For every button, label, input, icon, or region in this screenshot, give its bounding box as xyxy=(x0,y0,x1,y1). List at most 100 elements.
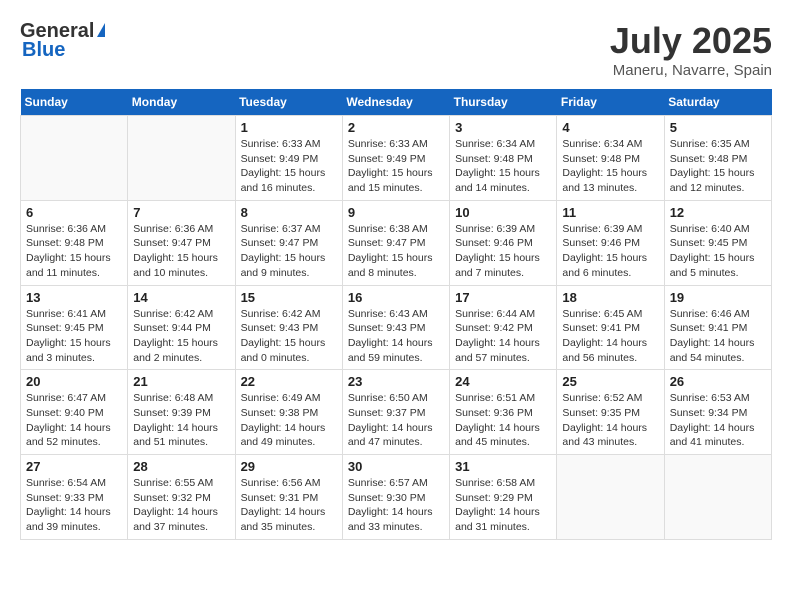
day-number: 3 xyxy=(455,120,551,135)
day-detail: Sunrise: 6:43 AM Sunset: 9:43 PM Dayligh… xyxy=(348,307,444,366)
week-row-4: 20Sunrise: 6:47 AM Sunset: 9:40 PM Dayli… xyxy=(21,370,772,455)
calendar-cell: 2Sunrise: 6:33 AM Sunset: 9:49 PM Daylig… xyxy=(342,116,449,201)
day-number: 8 xyxy=(241,205,337,220)
day-number: 22 xyxy=(241,374,337,389)
calendar-cell: 15Sunrise: 6:42 AM Sunset: 9:43 PM Dayli… xyxy=(235,285,342,370)
calendar-cell: 12 Sunrise: 6:40 AM Sunset: 9:45 PM Dayli… xyxy=(664,200,771,285)
title-block: July 2025 Maneru, Navarre, Spain xyxy=(610,20,772,79)
calendar-cell xyxy=(557,455,664,540)
header-day-tuesday: Tuesday xyxy=(235,89,342,116)
day-detail: Sunrise: 6:44 AM Sunset: 9:42 PM Dayligh… xyxy=(455,307,551,366)
calendar-cell: 5Sunrise: 6:35 AM Sunset: 9:48 PM Daylig… xyxy=(664,116,771,201)
calendar-cell: 6 Sunrise: 6:36 AM Sunset: 9:48 PM Daylig… xyxy=(21,200,128,285)
calendar-cell: 21 Sunrise: 6:48 AM Sunset: 9:39 PM Dayli… xyxy=(128,370,235,455)
day-detail: Sunrise: 6:33 AM Sunset: 9:49 PM Dayligh… xyxy=(348,137,444,196)
day-number: 11 xyxy=(562,205,658,220)
calendar-cell: 30Sunrise: 6:57 AM Sunset: 9:30 PM Dayli… xyxy=(342,455,449,540)
calendar-cell: 25 Sunrise: 6:52 AM Sunset: 9:35 PM Dayli… xyxy=(557,370,664,455)
day-number: 29 xyxy=(241,459,337,474)
day-detail: Sunrise: 6:34 AM Sunset: 9:48 PM Dayligh… xyxy=(455,137,551,196)
day-number: 31 xyxy=(455,459,551,474)
calendar-header-row: SundayMondayTuesdayWednesdayThursdayFrid… xyxy=(21,89,772,116)
day-detail: Sunrise: 6:39 AM Sunset: 9:46 PM Dayligh… xyxy=(562,222,658,281)
location-subtitle: Maneru, Navarre, Spain xyxy=(610,62,772,79)
day-number: 15 xyxy=(241,290,337,305)
day-number: 1 xyxy=(241,120,337,135)
logo-triangle-icon xyxy=(97,23,105,37)
day-detail: Sunrise: 6:36 AM Sunset: 9:48 PM Dayligh… xyxy=(26,222,122,281)
day-detail: Sunrise: 6:53 AM Sunset: 9:34 PM Dayligh… xyxy=(670,391,766,450)
calendar-cell: 31 Sunrise: 6:58 AM Sunset: 9:29 PM Dayli… xyxy=(450,455,557,540)
day-detail: Sunrise: 6:46 AM Sunset: 9:41 PM Dayligh… xyxy=(670,307,766,366)
calendar-cell: 4 Sunrise: 6:34 AM Sunset: 9:48 PM Daylig… xyxy=(557,116,664,201)
calendar-cell xyxy=(128,116,235,201)
calendar-cell: 3 Sunrise: 6:34 AM Sunset: 9:48 PM Daylig… xyxy=(450,116,557,201)
calendar-cell: 20Sunrise: 6:47 AM Sunset: 9:40 PM Dayli… xyxy=(21,370,128,455)
calendar-cell: 28Sunrise: 6:55 AM Sunset: 9:32 PM Dayli… xyxy=(128,455,235,540)
day-detail: Sunrise: 6:55 AM Sunset: 9:32 PM Dayligh… xyxy=(133,476,229,535)
calendar-cell xyxy=(664,455,771,540)
header-day-thursday: Thursday xyxy=(450,89,557,116)
calendar-cell: 29 Sunrise: 6:56 AM Sunset: 9:31 PM Dayli… xyxy=(235,455,342,540)
day-number: 4 xyxy=(562,120,658,135)
calendar-table: SundayMondayTuesdayWednesdayThursdayFrid… xyxy=(20,89,772,540)
day-detail: Sunrise: 6:33 AM Sunset: 9:49 PM Dayligh… xyxy=(241,137,337,196)
day-number: 18 xyxy=(562,290,658,305)
day-detail: Sunrise: 6:47 AM Sunset: 9:40 PM Dayligh… xyxy=(26,391,122,450)
day-number: 19 xyxy=(670,290,766,305)
day-number: 26 xyxy=(670,374,766,389)
day-number: 12 xyxy=(670,205,766,220)
day-number: 24 xyxy=(455,374,551,389)
day-detail: Sunrise: 6:57 AM Sunset: 9:30 PM Dayligh… xyxy=(348,476,444,535)
day-detail: Sunrise: 6:58 AM Sunset: 9:29 PM Dayligh… xyxy=(455,476,551,535)
week-row-5: 27Sunrise: 6:54 AM Sunset: 9:33 PM Dayli… xyxy=(21,455,772,540)
day-detail: Sunrise: 6:52 AM Sunset: 9:35 PM Dayligh… xyxy=(562,391,658,450)
day-detail: Sunrise: 6:54 AM Sunset: 9:33 PM Dayligh… xyxy=(26,476,122,535)
calendar-cell: 27Sunrise: 6:54 AM Sunset: 9:33 PM Dayli… xyxy=(21,455,128,540)
day-number: 21 xyxy=(133,374,229,389)
logo-blue-text: Blue xyxy=(22,39,65,62)
day-detail: Sunrise: 6:38 AM Sunset: 9:47 PM Dayligh… xyxy=(348,222,444,281)
day-detail: Sunrise: 6:40 AM Sunset: 9:45 PM Dayligh… xyxy=(670,222,766,281)
day-number: 13 xyxy=(26,290,122,305)
calendar-cell: 13 Sunrise: 6:41 AM Sunset: 9:45 PM Dayli… xyxy=(21,285,128,370)
calendar-cell: 7 Sunrise: 6:36 AM Sunset: 9:47 PM Daylig… xyxy=(128,200,235,285)
calendar-cell: 26 Sunrise: 6:53 AM Sunset: 9:34 PM Dayli… xyxy=(664,370,771,455)
day-detail: Sunrise: 6:56 AM Sunset: 9:31 PM Dayligh… xyxy=(241,476,337,535)
week-row-3: 13 Sunrise: 6:41 AM Sunset: 9:45 PM Dayli… xyxy=(21,285,772,370)
calendar-cell: 24Sunrise: 6:51 AM Sunset: 9:36 PM Dayli… xyxy=(450,370,557,455)
calendar-cell: 17 Sunrise: 6:44 AM Sunset: 9:42 PM Dayli… xyxy=(450,285,557,370)
day-number: 17 xyxy=(455,290,551,305)
day-number: 7 xyxy=(133,205,229,220)
day-detail: Sunrise: 6:37 AM Sunset: 9:47 PM Dayligh… xyxy=(241,222,337,281)
day-detail: Sunrise: 6:34 AM Sunset: 9:48 PM Dayligh… xyxy=(562,137,658,196)
calendar-cell: 19 Sunrise: 6:46 AM Sunset: 9:41 PM Dayli… xyxy=(664,285,771,370)
header-day-saturday: Saturday xyxy=(664,89,771,116)
day-number: 25 xyxy=(562,374,658,389)
calendar-cell: 9 Sunrise: 6:38 AM Sunset: 9:47 PM Daylig… xyxy=(342,200,449,285)
day-detail: Sunrise: 6:42 AM Sunset: 9:44 PM Dayligh… xyxy=(133,307,229,366)
calendar-cell: 23 Sunrise: 6:50 AM Sunset: 9:37 PM Dayli… xyxy=(342,370,449,455)
day-detail: Sunrise: 6:50 AM Sunset: 9:37 PM Dayligh… xyxy=(348,391,444,450)
day-detail: Sunrise: 6:48 AM Sunset: 9:39 PM Dayligh… xyxy=(133,391,229,450)
calendar-cell xyxy=(21,116,128,201)
day-detail: Sunrise: 6:36 AM Sunset: 9:47 PM Dayligh… xyxy=(133,222,229,281)
calendar-cell: 10Sunrise: 6:39 AM Sunset: 9:46 PM Dayli… xyxy=(450,200,557,285)
day-number: 16 xyxy=(348,290,444,305)
day-detail: Sunrise: 6:39 AM Sunset: 9:46 PM Dayligh… xyxy=(455,222,551,281)
week-row-1: 1 Sunrise: 6:33 AM Sunset: 9:49 PM Daylig… xyxy=(21,116,772,201)
day-detail: Sunrise: 6:41 AM Sunset: 9:45 PM Dayligh… xyxy=(26,307,122,366)
calendar-cell: 1 Sunrise: 6:33 AM Sunset: 9:49 PM Daylig… xyxy=(235,116,342,201)
header-day-monday: Monday xyxy=(128,89,235,116)
calendar-cell: 11 Sunrise: 6:39 AM Sunset: 9:46 PM Dayli… xyxy=(557,200,664,285)
week-row-2: 6 Sunrise: 6:36 AM Sunset: 9:48 PM Daylig… xyxy=(21,200,772,285)
header-day-sunday: Sunday xyxy=(21,89,128,116)
header-day-friday: Friday xyxy=(557,89,664,116)
day-number: 6 xyxy=(26,205,122,220)
calendar-cell: 18Sunrise: 6:45 AM Sunset: 9:41 PM Dayli… xyxy=(557,285,664,370)
day-detail: Sunrise: 6:35 AM Sunset: 9:48 PM Dayligh… xyxy=(670,137,766,196)
calendar-cell: 14Sunrise: 6:42 AM Sunset: 9:44 PM Dayli… xyxy=(128,285,235,370)
page-header: General Blue July 2025 Maneru, Navarre, … xyxy=(20,20,772,79)
day-number: 9 xyxy=(348,205,444,220)
day-number: 23 xyxy=(348,374,444,389)
